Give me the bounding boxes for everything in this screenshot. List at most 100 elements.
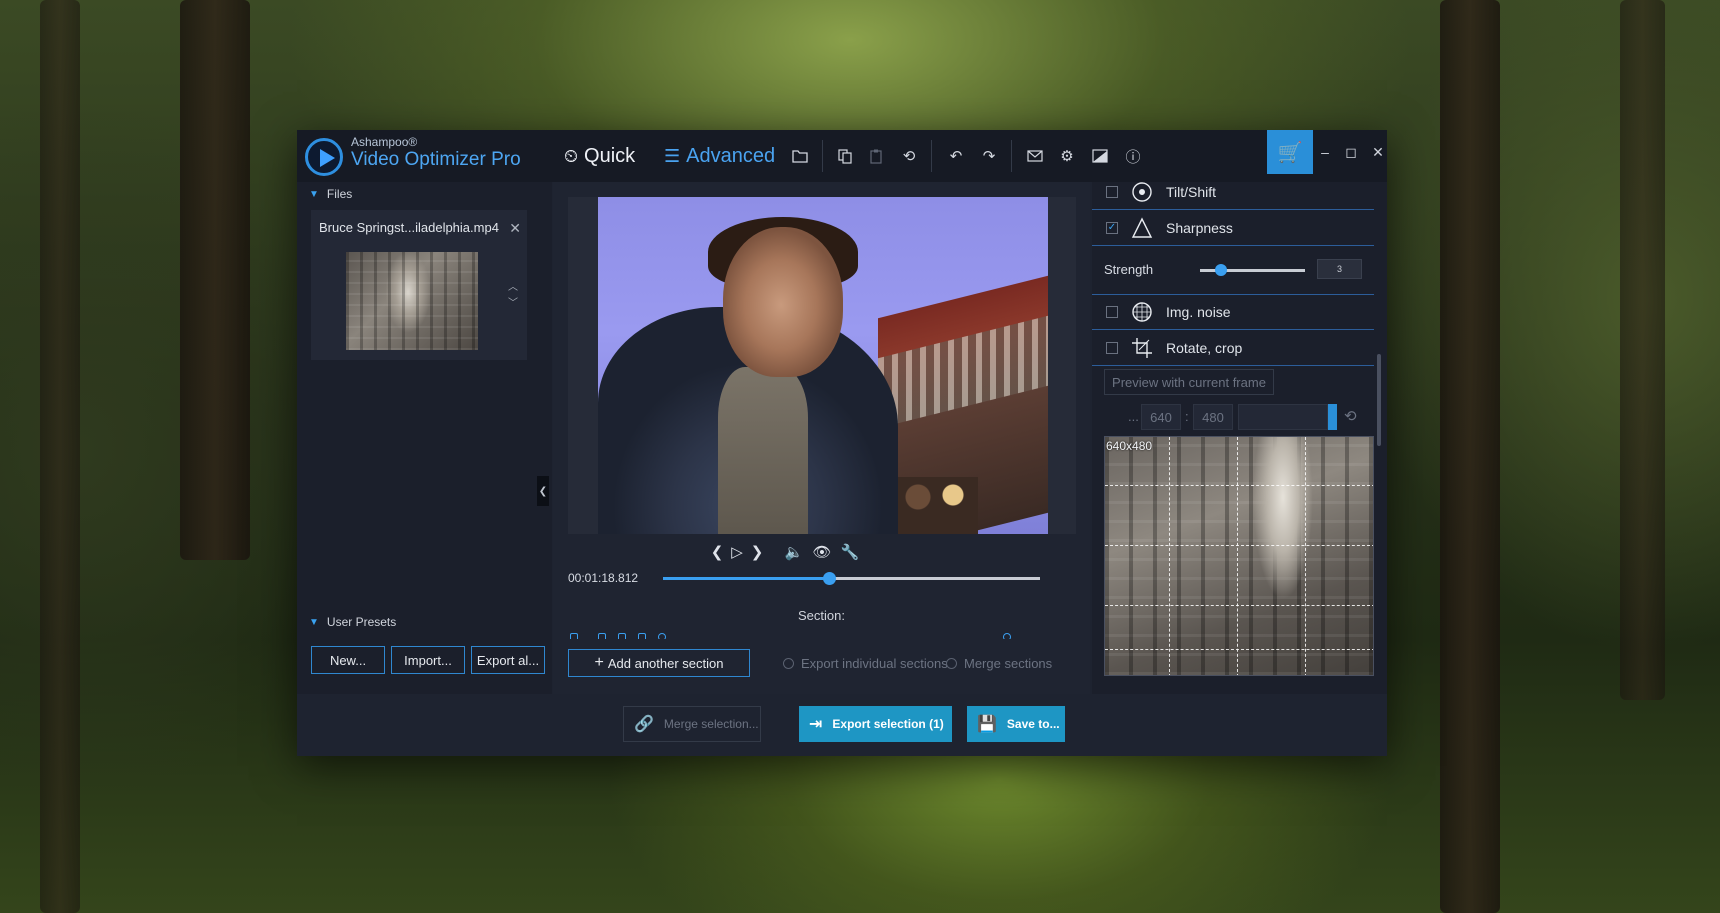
aspect-select-arrow-icon[interactable] bbox=[1328, 404, 1337, 430]
add-section-button[interactable]: + Add another section bbox=[568, 649, 750, 677]
checkbox[interactable] bbox=[1106, 185, 1118, 198]
checkbox-checked[interactable]: ✓ bbox=[1106, 221, 1118, 234]
info-icon[interactable]: ⓘ bbox=[1120, 144, 1146, 168]
section-tool-icon[interactable] bbox=[1003, 633, 1011, 639]
crop-preview[interactable]: 640x480 bbox=[1104, 436, 1374, 676]
filter-sharpness[interactable]: ✓ Sharpness bbox=[1092, 210, 1374, 246]
aspect-select[interactable] bbox=[1238, 404, 1328, 430]
section-tools bbox=[568, 633, 1038, 639]
title-bar: Ashampoo® Video Optimizer Pro ⏲ Quick ☰ … bbox=[297, 130, 1387, 182]
left-panel: ▼ Files Bruce Springst...iladelphia.mp4 … bbox=[297, 182, 552, 694]
eye-icon[interactable]: 👁 bbox=[812, 542, 832, 562]
mode-quick-label: Quick bbox=[584, 144, 636, 167]
import-preset-button[interactable]: Import... bbox=[391, 646, 465, 674]
crop-reset-icon[interactable]: ⟲ bbox=[1344, 404, 1357, 430]
radio-icon bbox=[783, 658, 794, 669]
stopwatch-icon: ⏲ bbox=[564, 145, 579, 166]
export-selection-label: Export selection (1) bbox=[832, 717, 944, 731]
collapse-panel-icon[interactable]: ❮ bbox=[537, 476, 549, 506]
new-preset-button[interactable]: New... bbox=[311, 646, 385, 674]
mail-icon[interactable] bbox=[1022, 144, 1048, 168]
wrench-icon[interactable]: 🔧 bbox=[840, 542, 860, 562]
link-icon: 🔗 bbox=[634, 716, 654, 733]
crop-height-input[interactable]: 480 bbox=[1193, 404, 1233, 430]
timeline-handle[interactable] bbox=[822, 572, 836, 585]
crop-ellipsis: ... bbox=[1128, 409, 1139, 424]
filter-label: Sharpness bbox=[1166, 219, 1233, 236]
video-area: ❮ ▷ ❯ 🔈 👁 🔧 00:01:18.812 Section: + Add … bbox=[553, 182, 1090, 694]
move-up-icon[interactable]: ︿ bbox=[506, 278, 520, 293]
minimize-icon[interactable]: – bbox=[1316, 143, 1334, 161]
mode-quick-tab[interactable]: ⏲ Quick bbox=[564, 142, 635, 170]
cart-icon[interactable]: 🛒 bbox=[1267, 130, 1313, 174]
collapse-triangle-icon: ▼ bbox=[309, 188, 319, 200]
filter-rotate-crop[interactable]: Rotate, crop bbox=[1092, 330, 1374, 366]
section-tool-icon[interactable] bbox=[618, 633, 626, 639]
strength-handle[interactable] bbox=[1215, 264, 1227, 276]
mode-advanced-tab[interactable]: ☰ Advanced bbox=[664, 142, 775, 170]
video-background-people bbox=[898, 477, 978, 534]
file-item[interactable]: Bruce Springst...iladelphia.mp4 ✕ ︿ ﹀ bbox=[311, 210, 527, 360]
save-to-button[interactable]: 💾 Save to... bbox=[967, 706, 1065, 742]
previous-frame-icon[interactable]: ❮ bbox=[707, 542, 727, 562]
section-tool-icon[interactable] bbox=[570, 633, 578, 639]
folder-icon[interactable] bbox=[787, 144, 813, 168]
reset-icon[interactable]: ⟲ bbox=[896, 144, 922, 168]
section-tool-icon[interactable] bbox=[598, 633, 606, 639]
export-icon: ⇥ bbox=[809, 716, 823, 733]
crop-grid-line bbox=[1305, 437, 1306, 675]
app-window: Ashampoo® Video Optimizer Pro ⏲ Quick ☰ … bbox=[297, 130, 1387, 756]
preview-frame-button[interactable]: Preview with current frame bbox=[1104, 369, 1274, 395]
close-icon[interactable]: ✕ bbox=[1369, 143, 1387, 161]
merge-sections-radio[interactable]: Merge sections bbox=[946, 656, 1052, 671]
background-tree bbox=[1620, 0, 1665, 700]
strength-label: Strength bbox=[1104, 262, 1154, 277]
video-person-shirt bbox=[718, 367, 808, 534]
filters-panel: Tilt/Shift ✓ Sharpness Strength 3 Img. n… bbox=[1092, 182, 1387, 694]
video-frame bbox=[568, 197, 1076, 534]
filter-tilt-shift[interactable]: Tilt/Shift bbox=[1092, 182, 1374, 210]
toolbar-divider bbox=[822, 140, 823, 172]
copy-icon[interactable] bbox=[832, 144, 858, 168]
play-icon[interactable]: ▷ bbox=[727, 542, 747, 562]
files-header[interactable]: ▼ Files bbox=[297, 182, 552, 206]
remove-file-icon[interactable]: ✕ bbox=[509, 220, 521, 237]
video-preview bbox=[598, 197, 1048, 534]
next-frame-icon[interactable]: ❯ bbox=[747, 542, 767, 562]
gear-icon[interactable]: ⚙ bbox=[1054, 144, 1080, 168]
redo-icon[interactable]: ↷ bbox=[976, 144, 1002, 168]
crop-grid-line bbox=[1105, 605, 1373, 606]
file-name: Bruce Springst...iladelphia.mp4 bbox=[319, 220, 499, 235]
checkbox[interactable] bbox=[1106, 341, 1118, 354]
volume-icon[interactable]: 🔈 bbox=[784, 542, 804, 562]
filter-label: Tilt/Shift bbox=[1166, 183, 1217, 200]
move-down-icon[interactable]: ﹀ bbox=[506, 294, 520, 309]
save-to-label: Save to... bbox=[1006, 717, 1060, 731]
merge-selection-button[interactable]: 🔗 Merge selection... bbox=[623, 706, 761, 742]
toolbar-divider bbox=[931, 140, 932, 172]
section-tool-icon[interactable] bbox=[658, 633, 666, 639]
export-presets-button[interactable]: Export al... bbox=[471, 646, 545, 674]
strength-slider[interactable] bbox=[1200, 264, 1305, 276]
export-selection-button[interactable]: ⇥ Export selection (1) bbox=[799, 706, 952, 742]
presets-header[interactable]: ▼ User Presets bbox=[297, 610, 552, 634]
save-icon: 💾 bbox=[977, 716, 997, 733]
collapse-triangle-icon: ▼ bbox=[309, 616, 319, 628]
section-tool-icon[interactable] bbox=[638, 633, 646, 639]
timeline-progress bbox=[663, 577, 829, 580]
add-section-label: Add another section bbox=[607, 655, 724, 671]
undo-icon[interactable]: ↶ bbox=[943, 144, 969, 168]
export-individual-radio[interactable]: Export individual sections bbox=[783, 656, 948, 671]
crop-width-input[interactable]: 640 bbox=[1141, 404, 1181, 430]
background-tree bbox=[180, 0, 250, 560]
toolbar-divider bbox=[1011, 140, 1012, 172]
maximize-icon[interactable]: ◻ bbox=[1342, 143, 1360, 161]
checkbox[interactable] bbox=[1106, 306, 1118, 318]
filters-scrollbar[interactable] bbox=[1377, 354, 1381, 446]
filter-img-noise[interactable]: Img. noise bbox=[1092, 294, 1374, 330]
timeline-slider[interactable] bbox=[663, 572, 1040, 585]
image-icon[interactable] bbox=[1087, 144, 1113, 168]
paste-icon[interactable] bbox=[863, 144, 889, 168]
strength-value-input[interactable]: 3 bbox=[1317, 259, 1362, 279]
section-label: Section: bbox=[798, 608, 845, 623]
